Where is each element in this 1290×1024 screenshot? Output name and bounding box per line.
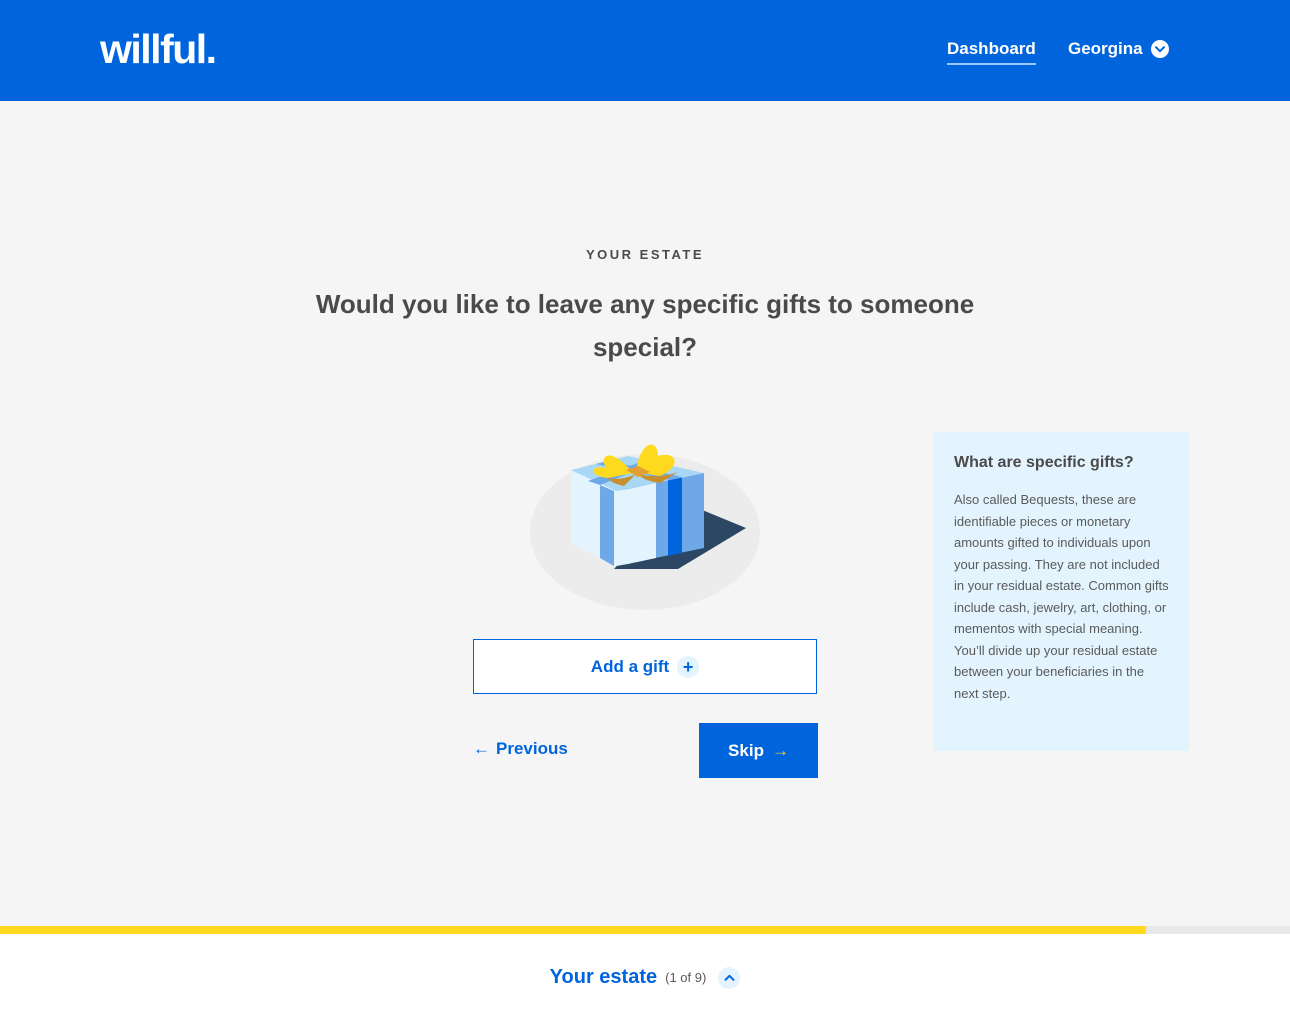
user-menu-button[interactable]: Georgina <box>1068 39 1169 59</box>
arrow-left-icon: ← <box>473 739 490 758</box>
section-footer: Your estate (1 of 9) <box>0 934 1290 1024</box>
progress-bar <box>0 926 1290 934</box>
gift-box-icon <box>528 428 763 613</box>
chevron-down-icon <box>1150 40 1169 58</box>
chevron-up-icon[interactable] <box>718 966 741 989</box>
add-gift-label: Add a gift <box>590 656 670 676</box>
user-name: Georgina <box>1068 39 1143 58</box>
nav-dashboard-link[interactable]: Dashboard <box>947 39 1036 65</box>
skip-button[interactable]: Skip → <box>699 723 818 778</box>
previous-label: Previous <box>496 739 568 758</box>
arrow-right-icon: → <box>771 740 789 760</box>
add-gift-button[interactable]: Add a gift + <box>473 639 817 694</box>
footer-section-title[interactable]: Your estate <box>550 966 657 989</box>
plus-icon: + <box>677 655 700 678</box>
info-panel: What are specific gifts? Also called Beq… <box>933 432 1189 751</box>
info-panel-body: Also called Bequests, these are identifi… <box>954 492 1169 701</box>
info-panel-title: What are specific gifts? <box>954 454 1134 471</box>
page-question: Would you like to leave any specific gif… <box>315 289 975 362</box>
willful-logo[interactable]: willful. <box>100 26 217 73</box>
progress-bar-fill <box>0 926 1146 934</box>
skip-label: Skip <box>728 740 764 760</box>
footer-section-count: (1 of 9) <box>665 970 707 985</box>
section-eyebrow: YOUR ESTATE <box>585 247 705 262</box>
previous-button[interactable]: ← Previous <box>473 739 568 759</box>
top-navigation-bar: willful. Dashboard Georgina <box>0 0 1290 101</box>
